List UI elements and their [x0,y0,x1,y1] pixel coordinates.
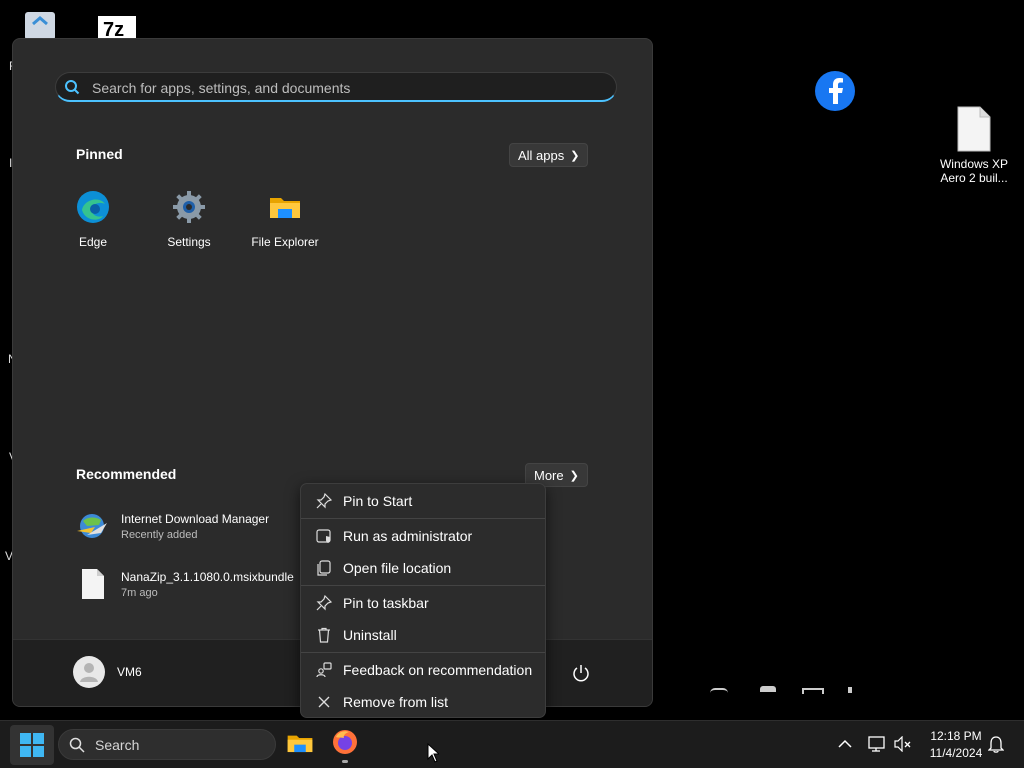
taskbar-firefox[interactable] [332,729,362,765]
context-separator [301,518,545,519]
recommended-item-subtitle: 7m ago [121,586,158,599]
mouse-cursor-icon [427,743,439,763]
idm-globe-icon [77,514,107,538]
partial-icons-strip [708,686,858,694]
recycle-bin-icon[interactable] [20,10,60,40]
partial-icon [760,686,776,692]
all-apps-button[interactable]: All apps ❯ [509,143,589,167]
volume-muted-icon[interactable] [894,736,912,752]
chevron-up-icon[interactable] [838,739,852,749]
pin-icon [305,493,343,509]
context-item-run-as-admin[interactable]: Run as administrator [305,521,541,551]
user-account-button[interactable]: VM6 [73,656,142,688]
context-item-label: Remove from list [343,694,449,710]
firefox-icon [333,730,357,754]
clock[interactable]: 12:18 PM 11/4/2024 [918,729,994,760]
start-search-box[interactable] [55,72,617,102]
avatar [73,656,105,688]
context-item-pin-to-start[interactable]: Pin to Start [305,486,541,516]
folder-icon [270,198,300,218]
taskbar-search-label: Search [95,736,140,753]
pinned-app-label: File Explorer [251,235,319,249]
file-icon [82,569,104,599]
windows-logo-icon [20,733,44,757]
power-icon[interactable] [571,663,591,683]
notification-bell-icon[interactable] [988,735,1004,753]
partial-icon [848,687,852,693]
start-search-input[interactable] [90,77,594,99]
recommended-item-subtitle: Recently added [121,528,198,541]
taskbar: Search 12:18 PM 11/4/2024 [0,720,1024,768]
context-item-label: Open file location [343,560,452,576]
pinned-app-label: Edge [78,235,108,249]
context-item-label: Pin to Start [343,493,413,509]
running-indicator [342,760,348,763]
context-separator [301,652,545,653]
search-icon [65,80,80,95]
context-item-feedback[interactable]: Feedback on recommendation [305,655,541,685]
shield-window-icon [305,528,343,544]
context-item-label: Feedback on recommendation [343,662,533,678]
pinned-app-settings[interactable]: Settings [144,190,234,249]
pinned-app-file-explorer[interactable]: File Explorer [240,190,330,249]
pinned-app-edge[interactable]: Edge [48,190,138,249]
taskbar-file-explorer[interactable] [286,729,316,759]
partial-icon [802,688,824,694]
context-item-label: Pin to taskbar [343,595,429,611]
context-item-pin-to-taskbar[interactable]: Pin to taskbar [305,588,541,618]
folder-icon [287,735,313,753]
text-file-icon[interactable] [956,106,992,152]
close-icon [305,695,343,709]
context-item-open-file-location[interactable]: Open file location [305,553,541,583]
taskbar-search[interactable]: Search [58,729,276,760]
recommended-item[interactable]: Internet Download Manager Recently added [75,511,269,541]
all-apps-label: All apps [518,147,565,163]
context-separator [301,585,545,586]
chevron-right-icon: ❯ [570,149,580,162]
svg-text:7z: 7z [103,19,124,40]
pin-icon [305,595,343,611]
recommended-item-title: NanaZip_3.1.1080.0.msixbundle [121,569,294,584]
context-item-label: Run as administrator [343,528,473,544]
context-item-remove-from-list[interactable]: Remove from list [305,687,541,717]
partial-icon [710,688,728,693]
edge-icon [77,191,109,223]
settings-gear-icon [173,191,205,223]
recommended-item-title: Internet Download Manager [121,511,270,526]
start-button[interactable] [10,725,54,765]
more-label: More [534,467,564,483]
context-item-label: Uninstall [343,627,397,643]
facebook-icon[interactable] [814,70,856,112]
pinned-app-label: Settings [167,235,211,249]
recommended-item[interactable]: NanaZip_3.1.1080.0.msixbundle 7m ago [75,568,294,600]
recommended-title: Recommended [76,466,177,482]
7zip-icon[interactable]: 7z [98,16,136,41]
search-icon [69,737,85,753]
chevron-right-icon: ❯ [569,469,579,482]
clock-time: 12:18 PM [930,729,982,743]
feedback-icon [305,662,343,678]
folder-location-icon [305,560,343,576]
desktop-icon-label: Windows XP Aero 2 buil... [939,157,1009,185]
context-menu: Pin to Start Run as administrator Open f… [300,483,546,718]
pinned-title: Pinned [76,146,123,162]
clock-date: 11/4/2024 [929,746,983,760]
trash-icon [305,627,343,643]
context-item-uninstall[interactable]: Uninstall [305,620,541,650]
user-name: VM6 [117,665,142,679]
network-icon[interactable] [868,735,886,753]
